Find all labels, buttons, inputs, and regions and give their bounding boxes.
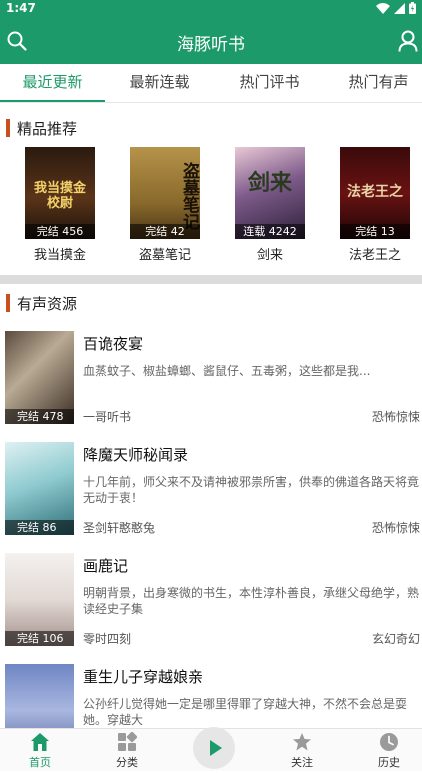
section-accent-bar (6, 294, 10, 312)
battery-icon (409, 2, 416, 14)
cover-art-text: 法老王之 (347, 184, 403, 200)
home-icon (31, 733, 49, 751)
audio-list-item[interactable]: 完结 86 降魔天师秘闻录 十几年前，师父来不及请神被邪祟所害，供奉的佛道各路天… (0, 433, 422, 545)
play-icon (210, 740, 222, 756)
nav-history[interactable]: 历史 (359, 732, 419, 770)
book-cover[interactable]: 剑来 连载 4242 (235, 147, 305, 239)
nav-home-label: 首页 (29, 756, 51, 769)
nav-home[interactable]: 首页 (10, 732, 70, 770)
book-title[interactable]: 我当摸金 (15, 244, 105, 263)
book-status-badge: 完结 86 (5, 520, 74, 535)
section-divider (0, 275, 422, 284)
tab-hot-audio[interactable]: 热门有声 (326, 64, 422, 102)
book-title[interactable]: 重生儿子穿越娘亲 (83, 666, 203, 687)
book-title[interactable]: 百诡夜宴 (83, 333, 143, 354)
book-status-badge: 完结 13 (340, 224, 410, 239)
book-description: 明朝背景，出身寒微的书生，本性淳朴善良，承继父母绝学，熟读经史子集 (83, 586, 420, 616)
book-cover[interactable]: 完结 86 (5, 442, 74, 535)
book-status-badge: 完结 456 (25, 224, 95, 239)
book-cover[interactable]: 法老王之 完结 13 (340, 147, 410, 239)
book-description: 公孙纤儿觉得她一定是哪里得罪了穿越大神，不然不会总是耍她。穿越大 (83, 697, 408, 727)
book-narrator: 圣剑轩憨憨兔 (83, 521, 156, 535)
book-status-badge: 完结 42 (130, 224, 200, 239)
book-description: 血蒸蚊子、椒盐蟑螂、酱鼠仔、五毒粥，这些都是我... (83, 364, 371, 378)
book-title[interactable]: 剑来 (225, 244, 315, 263)
featured-book[interactable]: 法老王之 完结 13 法老王之 (340, 147, 410, 263)
app-title: 海豚听书 (177, 35, 245, 55)
user-icon[interactable] (398, 30, 418, 52)
cover-art-text: 剑来 (247, 171, 292, 196)
featured-section-label: 精品推荐 (17, 119, 78, 138)
book-cover[interactable]: 完结 478 (5, 331, 74, 424)
featured-book[interactable]: 剑来 连载 4242 剑来 (235, 147, 305, 263)
section-accent-bar (6, 119, 10, 137)
featured-section-title: 精品推荐 (6, 118, 77, 138)
play-button[interactable] (193, 727, 235, 769)
book-cover[interactable]: 我当摸金校尉 完结 456 (25, 147, 95, 239)
tab-recent-updates[interactable]: 最近更新 (0, 64, 105, 102)
featured-book[interactable]: 我当摸金校尉 完结 456 我当摸金 (25, 147, 95, 263)
book-title[interactable]: 降魔天师秘闻录 (83, 444, 188, 465)
nav-category[interactable]: 分类 (97, 732, 157, 770)
signal-icon (394, 2, 405, 14)
book-status-badge: 完结 478 (5, 409, 74, 424)
cover-art-text: 盗墓笔记 (179, 162, 199, 230)
wifi-icon (376, 2, 390, 14)
audio-list-item[interactable]: 完结 478 百诡夜宴 血蒸蚊子、椒盐蟑螂、酱鼠仔、五毒粥，这些都是我... 一… (0, 322, 422, 434)
book-title[interactable]: 法老王之 (330, 244, 420, 263)
audio-section-label: 有声资源 (17, 294, 78, 313)
nav-history-label: 历史 (378, 756, 400, 769)
book-genre: 恐怖惊悚 (372, 410, 421, 424)
nav-category-label: 分类 (116, 756, 138, 769)
category-tabs: 最近更新 最新连载 热门评书 热门有声 (0, 64, 422, 103)
tab-hot-pingshu[interactable]: 热门评书 (217, 64, 322, 102)
nav-follow[interactable]: 关注 (272, 732, 332, 770)
bottom-nav: 首页 分类 关注 历史 (0, 727, 422, 771)
status-icons (376, 2, 416, 14)
book-title[interactable]: 画鹿记 (83, 555, 128, 576)
book-description: 十几年前，师父来不及请神被邪祟所害，供奉的佛道各路天将竟无动于衷！ (83, 475, 420, 505)
book-cover[interactable]: 盗墓笔记 完结 42 (130, 147, 200, 239)
book-cover[interactable]: 完结 106 (5, 553, 74, 646)
book-genre: 玄幻奇幻 (372, 632, 421, 646)
featured-book[interactable]: 盗墓笔记 完结 42 盗墓笔记 (130, 147, 200, 263)
star-icon (293, 733, 311, 751)
book-title[interactable]: 盗墓笔记 (120, 244, 210, 263)
nav-follow-label: 关注 (291, 756, 313, 769)
audio-list-item[interactable]: 完结 106 画鹿记 明朝背景，出身寒微的书生，本性淳朴善良，承继父母绝学，熟读… (0, 544, 422, 656)
book-narrator: 零时四刻 (83, 632, 132, 646)
book-status-badge: 连载 4242 (235, 224, 305, 239)
tab-latest-serials[interactable]: 最新连载 (107, 64, 212, 102)
category-icon (118, 732, 137, 751)
book-narrator: 一哥听书 (83, 410, 132, 424)
book-genre: 恐怖惊悚 (372, 521, 421, 535)
cover-art-text: 我当摸金校尉 (33, 181, 86, 211)
audio-section-title: 有声资源 (6, 293, 77, 313)
app-header: 海豚听书 (0, 17, 422, 64)
status-time: 1:47 (6, 1, 36, 15)
status-bar: 1:47 (0, 0, 422, 17)
clock-icon (380, 733, 398, 751)
book-status-badge: 完结 106 (5, 631, 74, 646)
